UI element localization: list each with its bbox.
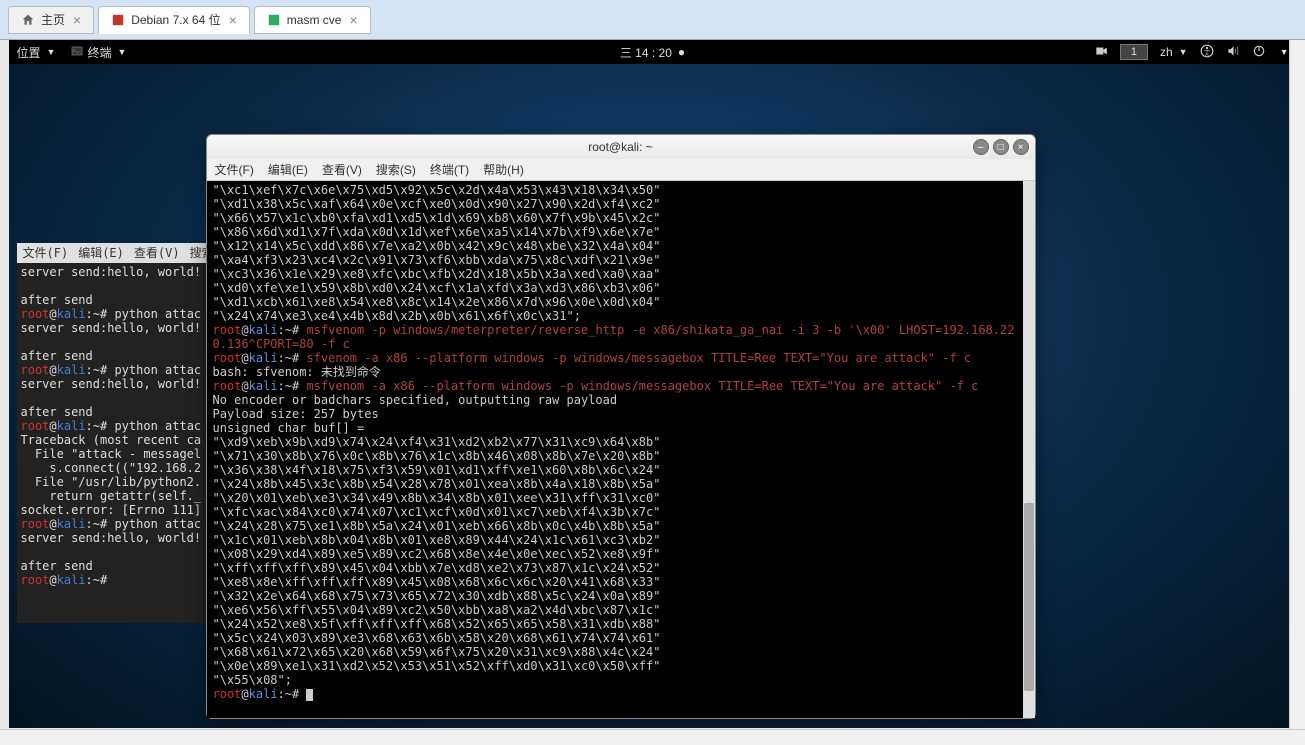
chevron-down-icon: ▼: [1280, 47, 1289, 57]
places-label: 位置: [17, 44, 41, 61]
close-button[interactable]: ×: [1013, 139, 1029, 155]
window-controls: – □ ×: [973, 139, 1029, 155]
top-panel: 位置 ▼ 终端 ▼ 三 14 : 20 ● 1 zh ▼: [9, 40, 1297, 64]
panel-right: 1 zh ▼ ▼: [1094, 44, 1289, 61]
panel-clock[interactable]: 三 14 : 20 ●: [620, 44, 685, 61]
terminal-label: 终端: [87, 44, 111, 61]
close-icon[interactable]: ×: [73, 12, 81, 28]
vm-icon: [111, 13, 125, 27]
lang-label: zh: [1160, 45, 1173, 59]
menu-search[interactable]: 搜索(S): [376, 161, 416, 178]
vm-tab-debian[interactable]: Debian 7.x 64 位 ×: [98, 6, 250, 34]
window-scrollbar[interactable]: [1289, 40, 1305, 745]
clock-text: 三 14 : 20: [620, 44, 672, 61]
bg-term-menubar: 文件(F) 编辑(E) 查看(V) 搜索(: [17, 243, 212, 263]
main-terminal: root@kali: ~ – □ × 文件(F) 编辑(E) 查看(V) 搜索(…: [206, 134, 1036, 719]
maximize-button[interactable]: □: [993, 139, 1009, 155]
vm-tab-masm[interactable]: masm cve ×: [254, 6, 371, 34]
power-icon[interactable]: [1252, 44, 1266, 61]
chevron-down-icon: ▼: [117, 47, 126, 57]
term-titlebar[interactable]: root@kali: ~ – □ ×: [207, 135, 1035, 159]
vm-tab-bar: 主页 × Debian 7.x 64 位 × masm cve ×: [0, 0, 1305, 40]
menu-file[interactable]: 文件(F): [23, 246, 69, 260]
terminal-icon: [71, 45, 83, 60]
menu-view[interactable]: 查看(V): [322, 161, 362, 178]
bottom-strip: [0, 729, 1305, 745]
places-menu[interactable]: 位置 ▼: [17, 44, 56, 61]
chevron-down-icon: ▼: [47, 47, 56, 57]
volume-icon[interactable]: [1226, 44, 1240, 61]
close-icon[interactable]: ×: [229, 12, 237, 28]
workspace-indicator[interactable]: 1: [1120, 44, 1148, 60]
scrollbar-thumb[interactable]: [1024, 503, 1034, 691]
record-icon[interactable]: [1094, 44, 1108, 61]
close-icon[interactable]: ×: [349, 12, 357, 28]
term-title: root@kali: ~: [588, 140, 653, 154]
vm-tab-home[interactable]: 主页 ×: [8, 6, 94, 34]
background-terminal[interactable]: 文件(F) 编辑(E) 查看(V) 搜索( server send:hello,…: [17, 243, 212, 623]
chevron-down-icon: ▼: [1179, 47, 1188, 57]
terminal-menu[interactable]: 终端 ▼: [71, 44, 126, 61]
menu-help[interactable]: 帮助(H): [483, 161, 524, 178]
panel-left: 位置 ▼ 终端 ▼: [17, 44, 127, 61]
home-icon: [21, 13, 35, 27]
menu-terminal[interactable]: 终端(T): [430, 161, 469, 178]
vm-tab-home-label: 主页: [41, 11, 65, 28]
term-menubar: 文件(F) 编辑(E) 查看(V) 搜索(S) 终端(T) 帮助(H): [207, 159, 1035, 181]
lang-selector[interactable]: zh ▼: [1160, 45, 1188, 59]
vm-icon: [267, 13, 281, 27]
accessibility-icon[interactable]: [1200, 44, 1214, 61]
menu-edit[interactable]: 编辑(E): [78, 246, 124, 260]
vm-tab-masm-label: masm cve: [287, 13, 342, 27]
menu-file[interactable]: 文件(F): [215, 161, 254, 178]
bg-term-output[interactable]: server send:hello, world! after send roo…: [17, 263, 212, 589]
minimize-button[interactable]: –: [973, 139, 989, 155]
vm-tab-debian-label: Debian 7.x 64 位: [131, 11, 220, 28]
term-scrollbar[interactable]: [1023, 181, 1035, 718]
desktop: 位置 ▼ 终端 ▼ 三 14 : 20 ● 1 zh ▼: [9, 40, 1297, 728]
term-output[interactable]: "\xc1\xef\x7c\x6e\x75\xd5\x92\x5c\x2d\x4…: [207, 181, 1035, 718]
clock-dot: ●: [678, 45, 685, 59]
menu-edit[interactable]: 编辑(E): [268, 161, 308, 178]
menu-view[interactable]: 查看(V): [134, 246, 180, 260]
